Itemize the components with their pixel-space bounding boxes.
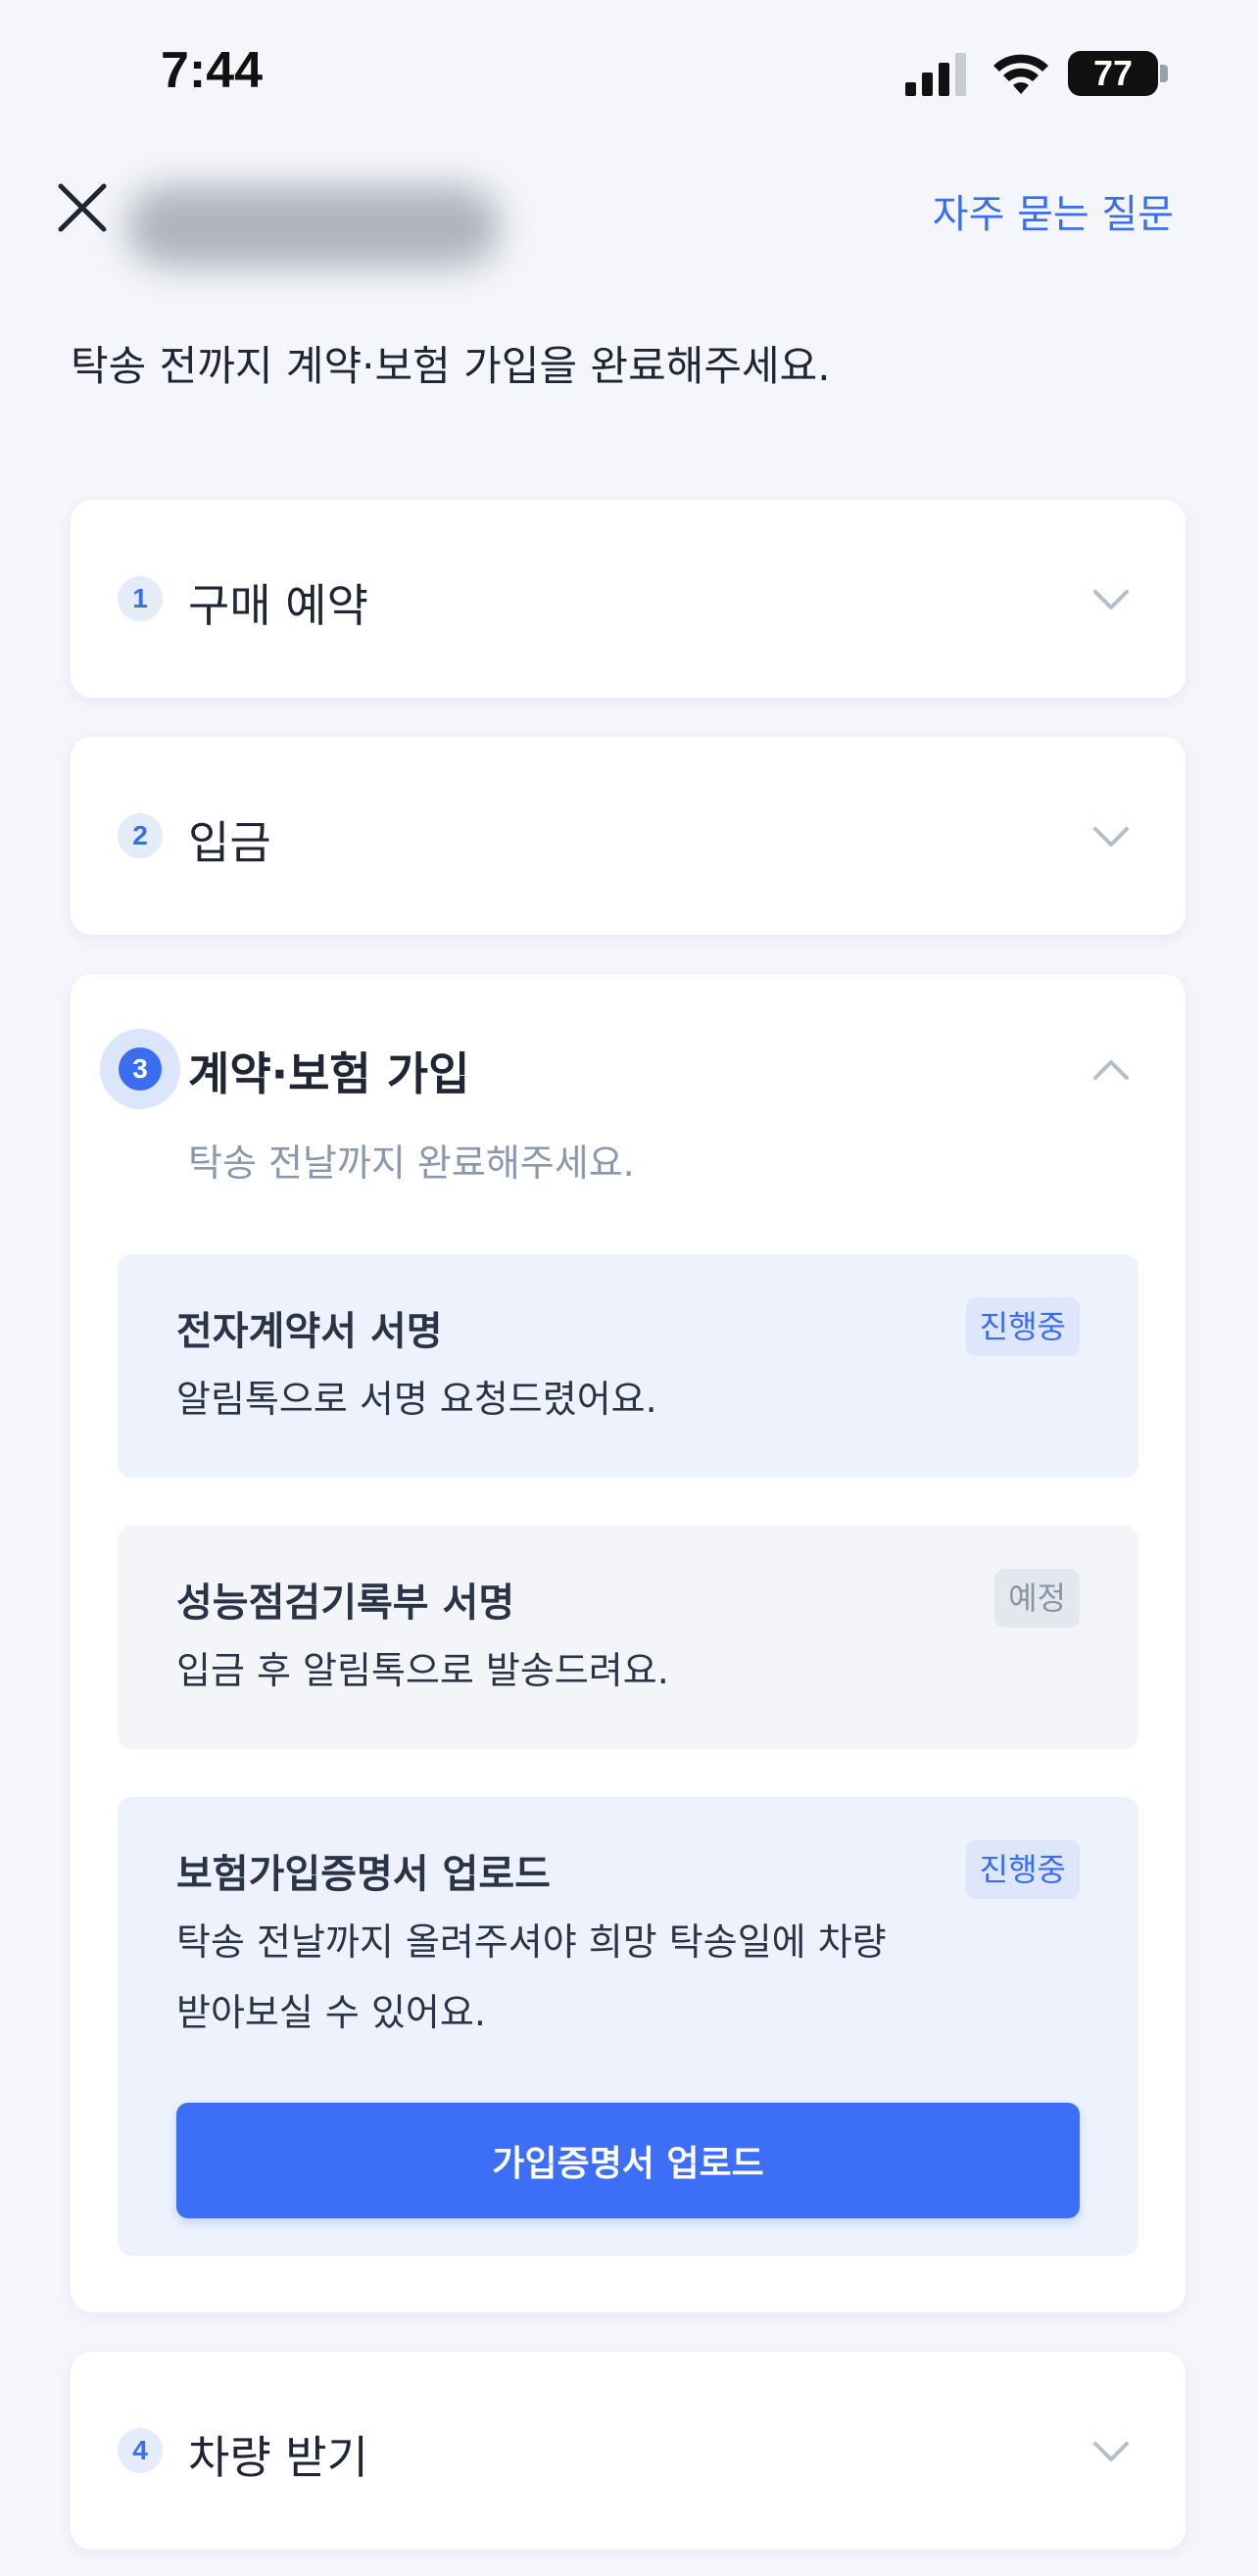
status-time: 7:44 <box>161 42 264 99</box>
task-title: 보험가입증명서 업로드 <box>176 1852 551 1897</box>
step-card-purchase-reservation[interactable]: 1 구매 예약 <box>71 500 1185 698</box>
faq-link[interactable]: 자주 묻는 질문 <box>933 182 1174 239</box>
wifi-icon <box>993 54 1048 94</box>
step-number: 2 <box>118 813 163 858</box>
close-icon[interactable] <box>53 178 112 237</box>
cellular-signal-icon <box>905 53 966 96</box>
chevron-down-icon <box>1093 590 1129 609</box>
task-title: 성능점검기록부 서명 <box>176 1580 515 1626</box>
chevron-up-icon[interactable] <box>1091 1058 1131 1082</box>
task-description-line-1: 탁송 전날까지 올려주셔야 희망 탁송일에 차량 <box>176 1920 887 1964</box>
step-title: 계약·보험 가입 <box>188 1047 470 1100</box>
intro-text: 탁송 전까지 계약·보험 가입을 완료해주세요. <box>71 342 831 390</box>
blurred-nav-title <box>127 186 500 267</box>
chevron-down-icon <box>1093 2442 1129 2461</box>
step-number: 4 <box>118 2428 163 2473</box>
upload-certificate-button[interactable]: 가입증명서 업로드 <box>176 2103 1080 2218</box>
step-subtitle: 탁송 전날까지 완료해주세요. <box>188 1142 635 1185</box>
step-number: 3 <box>119 1047 162 1091</box>
step-card-vehicle-delivery[interactable]: 4 차량 받기 <box>71 2352 1185 2550</box>
step-title: 차량 받기 <box>188 2431 368 2484</box>
task-description: 입금 후 알림톡으로 발송드려요. <box>176 1649 669 1692</box>
battery-level: 77 <box>1092 53 1134 93</box>
task-card-inspection-record: 성능점검기록부 서명 예정 입금 후 알림톡으로 발송드려요. <box>118 1526 1138 1749</box>
chevron-down-icon <box>1093 827 1129 847</box>
step-card-payment[interactable]: 2 입금 <box>71 737 1185 935</box>
task-description-line-2: 받아보실 수 있어요. <box>176 1991 486 2034</box>
status-bar: 7:44 77 <box>0 0 1258 147</box>
task-card-e-contract: 전자계약서 서명 진행중 알림톡으로 서명 요청드렸어요. <box>118 1254 1138 1478</box>
step-title: 구매 예약 <box>188 579 368 632</box>
step-title: 입금 <box>188 816 271 869</box>
status-badge: 진행중 <box>965 1297 1080 1356</box>
task-card-insurance-upload: 보험가입증명서 업로드 진행중 탁송 전날까지 올려주셔야 희망 탁송일에 차량… <box>118 1797 1138 2256</box>
status-badge: 진행중 <box>965 1840 1080 1899</box>
status-badge: 예정 <box>994 1569 1080 1628</box>
task-description: 알림톡으로 서명 요청드렸어요. <box>176 1378 657 1421</box>
step-number: 1 <box>118 576 163 621</box>
task-title: 전자계약서 서명 <box>176 1309 443 1354</box>
battery-tip <box>1160 65 1168 82</box>
